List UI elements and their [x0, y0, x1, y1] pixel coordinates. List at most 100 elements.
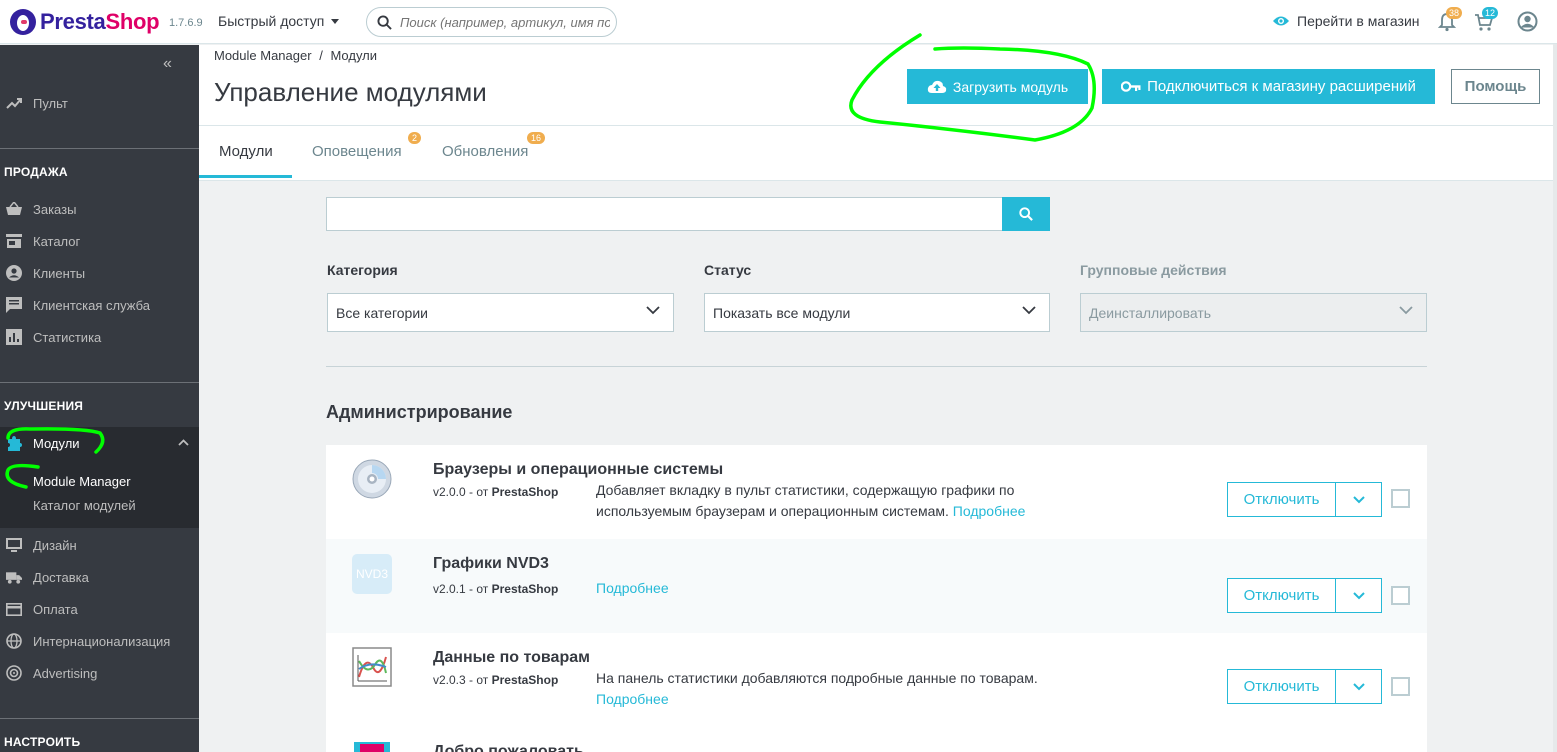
- module-description: Добавляет вкладку в пульт статистики, со…: [596, 480, 1096, 522]
- module-row: Данные по товарам v2.0.3 - от PrestaShop…: [326, 633, 1427, 727]
- module-actions-dropdown[interactable]: [1336, 483, 1381, 516]
- sidebar-subitem-module-manager[interactable]: Module Manager: [33, 474, 131, 489]
- upload-module-button[interactable]: Загрузить модуль: [907, 69, 1088, 104]
- module-name: Добро пожаловать: [433, 743, 584, 752]
- sidebar-item-stats[interactable]: Статистика: [0, 321, 199, 353]
- tab-updates[interactable]: Обновления: [442, 143, 528, 160]
- sidebar-divider: [0, 718, 199, 719]
- collapse-sidebar-icon[interactable]: «: [163, 55, 172, 73]
- user-circle-icon: [1517, 11, 1538, 32]
- help-button[interactable]: Помощь: [1451, 69, 1540, 104]
- store-icon: [6, 233, 22, 249]
- trending-up-icon: [6, 95, 22, 111]
- brand-name: PrestaShop: [40, 9, 160, 34]
- eye-icon: [1273, 16, 1289, 26]
- status-select[interactable]: Показать все модули: [704, 293, 1050, 332]
- module-description: Подробнее: [596, 578, 1096, 599]
- alerts-count-badge: 2: [408, 132, 422, 144]
- module-action-group: Отключить: [1227, 669, 1382, 704]
- tab-alerts[interactable]: Оповещения: [312, 143, 402, 160]
- module-author: PrestaShop: [491, 582, 559, 596]
- sidebar-item-label: Модули: [33, 435, 80, 451]
- module-select-checkbox[interactable]: [1391, 677, 1410, 696]
- chevron-down-icon: [1352, 591, 1365, 599]
- header-search-input[interactable]: [400, 14, 610, 30]
- breadcrumb-link-module-manager[interactable]: Module Manager: [214, 48, 312, 63]
- upload-module-label: Загрузить модуль: [952, 78, 1069, 95]
- puzzle-icon: [6, 435, 22, 451]
- sidebar-subitem-module-catalog[interactable]: Каталог модулей: [33, 498, 136, 513]
- module-name: Графики NVD3: [433, 555, 549, 572]
- chevron-down-icon: [1399, 306, 1413, 315]
- sidebar-item-label: Дизайн: [33, 537, 77, 553]
- sidebar-item-international[interactable]: Интернационализация: [0, 625, 199, 657]
- cloud-upload-icon: [927, 80, 947, 93]
- breadcrumb-separator: /: [319, 48, 323, 63]
- bulk-actions-label: Групповые действия: [1080, 262, 1227, 278]
- bulk-actions-value: Деинсталлировать: [1089, 304, 1212, 321]
- truck-icon: [6, 569, 22, 585]
- module-version-text: v2.0.1 - от: [433, 582, 489, 596]
- active-tab-indicator: [199, 175, 292, 178]
- module-actions-dropdown[interactable]: [1336, 579, 1381, 612]
- chevron-down-icon: [646, 306, 660, 315]
- category-select-value: Все категории: [336, 304, 428, 321]
- module-actions-dropdown[interactable]: [1336, 670, 1381, 703]
- sidebar-item-label: Клиентская служба: [33, 297, 150, 313]
- disable-module-button[interactable]: Отключить: [1228, 579, 1336, 612]
- disable-module-button[interactable]: Отключить: [1228, 483, 1336, 516]
- quick-access-label: Быстрый доступ: [218, 13, 325, 29]
- disable-module-button[interactable]: Отключить: [1228, 670, 1336, 703]
- cd-disc-icon: [352, 459, 392, 499]
- view-shop-label: Перейти в магазин: [1297, 13, 1420, 29]
- tab-modules[interactable]: Модули: [219, 143, 273, 160]
- welcome-icon: [354, 742, 390, 752]
- sidebar-item-label: Заказы: [33, 201, 77, 217]
- monitor-icon: [6, 537, 22, 553]
- account-avatar[interactable]: [1517, 11, 1538, 37]
- module-author: PrestaShop: [491, 673, 559, 687]
- module-search-input[interactable]: [326, 197, 1003, 231]
- orders-notification[interactable]: 38: [1437, 7, 1463, 32]
- sidebar-item-catalog[interactable]: Каталог: [0, 225, 199, 257]
- module-more-link[interactable]: Подробнее: [596, 580, 669, 596]
- bulk-actions-select[interactable]: Деинсталлировать: [1080, 293, 1427, 332]
- sidebar-item-label: Клиенты: [33, 265, 86, 281]
- prestashop-logo[interactable]: PrestaShop: [10, 9, 160, 35]
- module-more-link[interactable]: Подробнее: [953, 503, 1026, 519]
- view-shop-link[interactable]: Перейти в магазин: [1272, 13, 1420, 29]
- sidebar-item-advertising[interactable]: Advertising: [0, 657, 199, 689]
- quick-access-dropdown[interactable]: Быстрый доступ: [218, 13, 340, 29]
- module-search-button[interactable]: [1002, 197, 1050, 231]
- sidebar-item-orders[interactable]: Заказы: [0, 193, 199, 225]
- section-title-configure: НАСТРОИТЬ: [4, 735, 81, 749]
- sidebar-item-customers[interactable]: Клиенты: [0, 257, 199, 289]
- module-select-checkbox[interactable]: [1391, 586, 1410, 605]
- basket-icon: [6, 201, 22, 217]
- sidebar-item-design[interactable]: Дизайн: [0, 529, 199, 561]
- chevron-down-icon: [1352, 682, 1365, 690]
- breadcrumb: Module Manager / Модули: [214, 48, 377, 63]
- connect-addons-button[interactable]: Подключиться к магазину расширений: [1102, 69, 1435, 104]
- top-header: PrestaShop 1.7.6.9 Быстрый доступ Перейт…: [0, 0, 1557, 44]
- chart-icon: [352, 647, 392, 687]
- nvd3-icon: NVD3: [352, 554, 392, 594]
- sidebar-item-payment[interactable]: Оплата: [0, 593, 199, 625]
- account-circle-icon: [6, 265, 22, 281]
- sidebar-item-shipping[interactable]: Доставка: [0, 561, 199, 593]
- sidebar-item-dashboard[interactable]: Пульт: [0, 87, 199, 119]
- category-select[interactable]: Все категории: [327, 293, 674, 332]
- customers-notification[interactable]: 12: [1474, 7, 1499, 32]
- page-scrollbar[interactable]: [1553, 44, 1557, 752]
- sidebar-item-customer-service[interactable]: Клиентская служба: [0, 289, 199, 321]
- module-more-link[interactable]: Подробнее: [596, 691, 669, 707]
- caret-down-icon: [331, 19, 340, 24]
- header-search[interactable]: [366, 7, 617, 37]
- sidebar-item-modules[interactable]: Модули: [0, 427, 199, 459]
- page-title: Управление модулями: [214, 77, 487, 107]
- module-row: NVD3 Графики NVD3 v2.0.1 - от PrestaShop…: [326, 539, 1427, 633]
- section-title-sell: ПРОДАЖА: [4, 165, 68, 179]
- module-author: PrestaShop: [491, 485, 559, 499]
- bar-chart-icon: [6, 329, 22, 345]
- module-select-checkbox[interactable]: [1391, 489, 1410, 508]
